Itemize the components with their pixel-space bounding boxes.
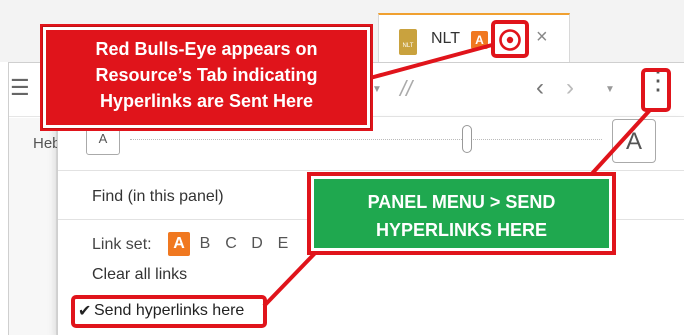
font-size-large-button[interactable]: A [612,119,656,163]
bullseye-highlight-frame [491,20,529,58]
callout-line: Hyperlinks are Sent Here [99,91,314,111]
callout-line: PANEL MENU > SEND [367,192,556,212]
menu-divider [58,170,684,171]
callout-line: HYPERLINKS HERE [375,220,548,240]
menu-highlight-frame [641,68,671,112]
link-set-label: Link set: [92,236,152,253]
green-callout: PANEL MENU > SEND HYPERLINKS HERE [311,176,612,251]
close-icon[interactable]: × [536,26,548,49]
chevron-down-icon[interactable]: ▼ [372,84,382,95]
chevron-left-icon[interactable]: ‹ [536,74,544,102]
font-size-slider-thumb[interactable] [462,125,472,153]
chevron-down-icon[interactable]: ▼ [605,84,615,95]
chevron-right-icon[interactable]: › [566,74,574,102]
send-hyperlinks-highlight-frame [71,295,267,328]
tab-title: NLT [431,30,461,47]
link-set-a[interactable]: A [168,232,190,256]
hamburger-icon[interactable]: ☰ [10,75,30,101]
clear-all-links-item[interactable]: Clear all links [92,266,187,284]
link-set-b[interactable]: B [194,232,216,256]
callout-line: Resource’s Tab indicating [95,65,318,85]
parallel-icon[interactable]: // [400,76,412,102]
red-callout: Red Bulls-Eye appears on Resource’s Tab … [42,26,371,129]
link-set-e[interactable]: E [272,232,294,256]
callout-line: Red Bulls-Eye appears on [95,39,318,59]
link-set-badge: A [471,31,488,49]
book-icon: NLT [399,29,417,55]
find-in-panel-item[interactable]: Find (in this panel) [92,188,224,206]
link-set-d[interactable]: D [246,232,268,256]
link-set-c[interactable]: C [220,232,242,256]
font-size-slider-track[interactable] [130,139,602,140]
